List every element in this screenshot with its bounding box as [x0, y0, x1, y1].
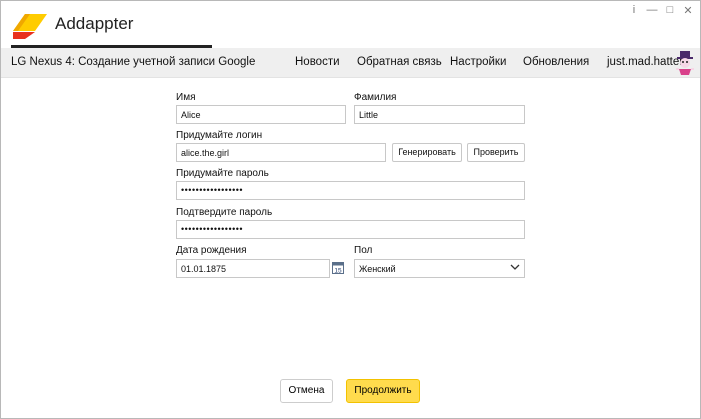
minimize-icon[interactable]: —: [646, 4, 658, 17]
nav-item-settings[interactable]: Настройки: [450, 56, 506, 68]
title-bar: Addappter i — □ ✕: [1, 1, 700, 48]
continue-button[interactable]: Продолжить: [346, 379, 420, 403]
window-controls: i — □ ✕: [628, 4, 694, 17]
calendar-icon[interactable]: 15: [332, 262, 344, 274]
addappter-logo-icon: [13, 14, 47, 39]
login-field[interactable]: alice.the.girl: [176, 143, 386, 162]
nav-item-updates[interactable]: Обновления: [523, 56, 589, 68]
nav-item-feedback[interactable]: Обратная связь: [357, 56, 442, 68]
birth-date-label: Дата рождения: [176, 245, 247, 256]
username[interactable]: just.mad.hatter: [607, 56, 683, 68]
gender-label: Пол: [354, 245, 373, 256]
close-icon[interactable]: ✕: [682, 4, 694, 17]
last-name-field[interactable]: Little: [354, 105, 525, 124]
password-confirm-label: Подтвердите пароль: [176, 207, 273, 218]
calendar-day-text: 15: [334, 268, 342, 275]
cancel-button[interactable]: Отмена: [280, 379, 333, 403]
check-button[interactable]: Проверить: [467, 143, 525, 162]
password-label: Придумайте пароль: [176, 168, 269, 179]
info-icon[interactable]: i: [628, 4, 640, 17]
generate-button[interactable]: Генерировать: [392, 143, 462, 162]
password-confirm-field[interactable]: •••••••••••••••••: [176, 220, 525, 239]
first-name-label: Имя: [176, 92, 196, 103]
maximize-icon[interactable]: □: [664, 4, 676, 17]
chevron-down-icon[interactable]: [510, 264, 520, 271]
avatar-icon[interactable]: [674, 50, 696, 76]
gender-select[interactable]: Женский: [354, 259, 525, 278]
birth-date-field[interactable]: 01.01.1875: [176, 259, 330, 278]
nav-item-news[interactable]: Новости: [295, 56, 340, 68]
password-field[interactable]: •••••••••••••••••: [176, 181, 525, 200]
app-title: Addappter: [55, 14, 134, 33]
nav-bar: LG Nexus 4: Создание учетной записи Goog…: [1, 48, 700, 78]
first-name-field[interactable]: Alice: [176, 105, 346, 124]
app-window: Addappter i — □ ✕ LG Nexus 4: Создание у…: [0, 0, 701, 419]
page-title: LG Nexus 4: Создание учетной записи Goog…: [11, 56, 256, 68]
last-name-label: Фамилия: [354, 92, 397, 103]
login-label: Придумайте логин: [176, 130, 263, 141]
